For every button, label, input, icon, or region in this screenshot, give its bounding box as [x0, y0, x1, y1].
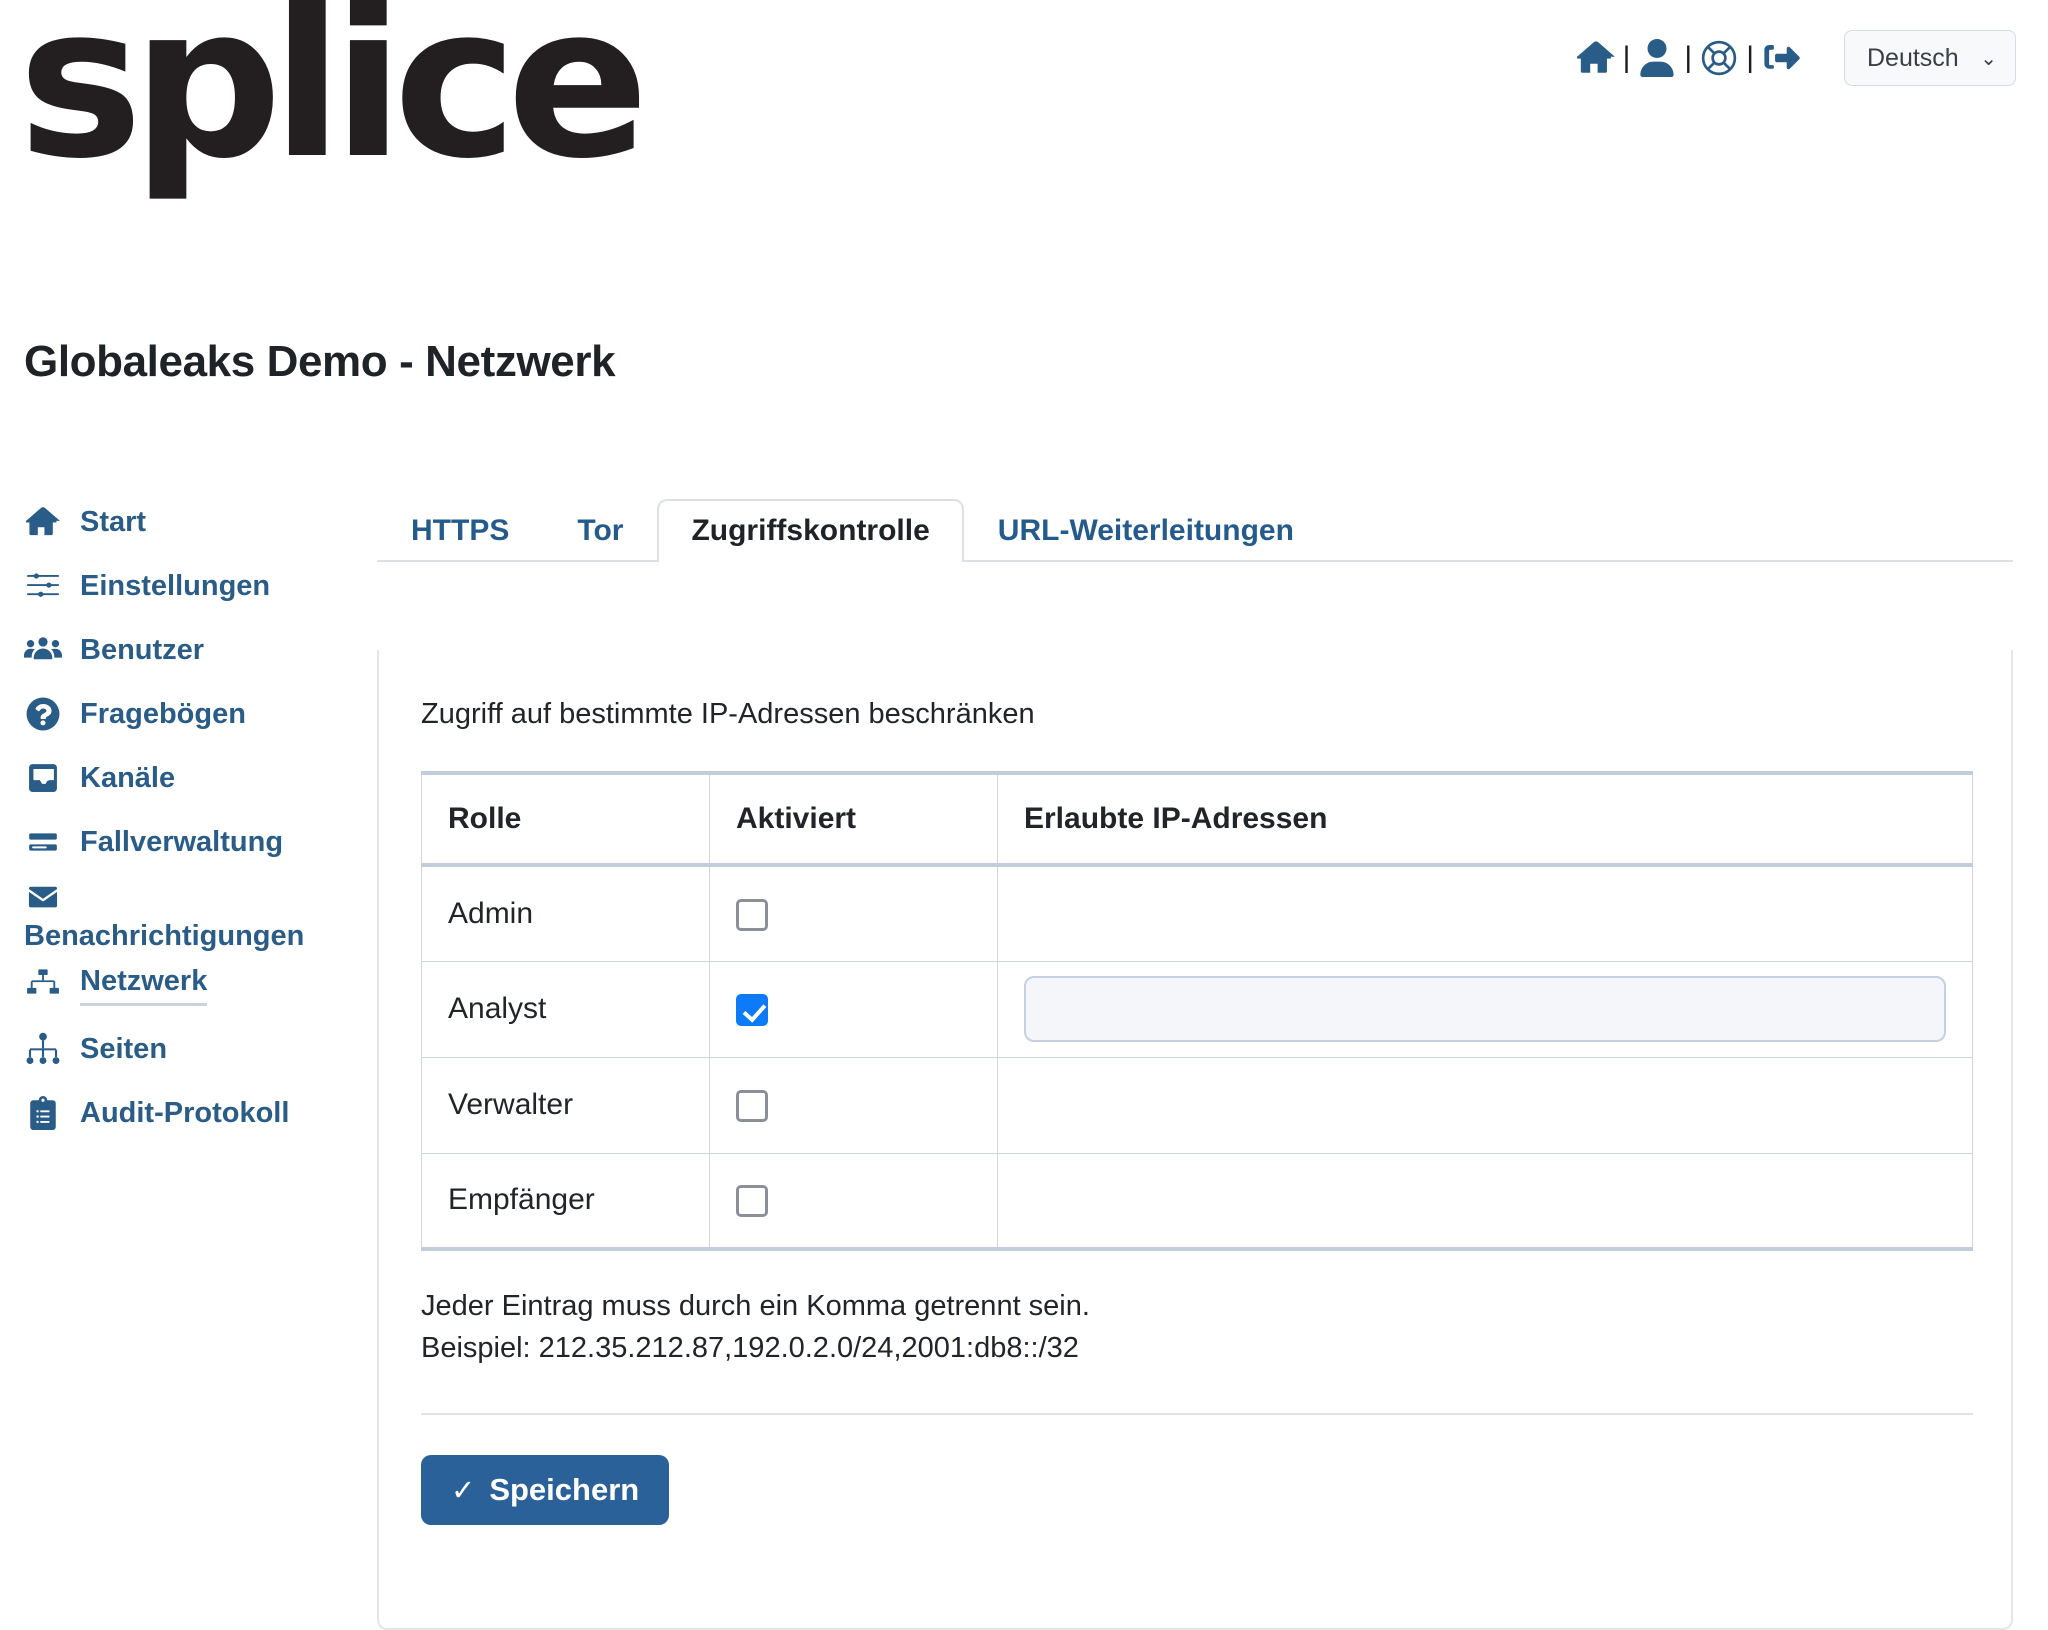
sidebar-item-audit-protokoll[interactable]: Audit-Protokoll [0, 1081, 340, 1145]
network-icon [24, 968, 62, 1002]
role-cell-verwalter: Verwalter [421, 1056, 710, 1154]
sidebar-item-label: Benachrichtigungen [24, 920, 305, 952]
sidebar-item-kanaele[interactable]: Kanäle [0, 746, 340, 810]
ip-access-table: Rolle Aktiviert Erlaubte IP-Adressen Adm… [421, 771, 1973, 1251]
role-cell-analyst: Analyst [421, 960, 710, 1058]
column-header-enabled: Aktiviert [709, 771, 998, 867]
ip-format-hint: Jeder Eintrag muss durch ein Komma getre… [421, 1285, 1969, 1369]
ips-cell-empfaenger [997, 1152, 1973, 1251]
sidebar-item-label: Netzwerk [80, 965, 208, 1006]
enable-checkbox-admin[interactable] [736, 898, 768, 931]
sidebar-item-einstellungen[interactable]: Einstellungen [0, 554, 340, 618]
sidebar-item-fragebogen[interactable]: Fragebögen [0, 682, 340, 746]
case-list-icon [24, 827, 62, 857]
inbox-icon [24, 761, 62, 795]
enabled-cell-admin [709, 864, 998, 962]
envelope-icon [24, 874, 340, 920]
hint-line-2: Beispiel: 212.35.212.87,192.0.2.0/24,200… [421, 1332, 1079, 1365]
sidebar-item-label: Start [80, 505, 147, 538]
sidebar-item-label: Fallverwaltung [80, 825, 284, 858]
chevron-down-icon: ⌄ [1980, 47, 1997, 70]
header-separator-2: | [1684, 41, 1693, 74]
column-header-role: Rolle [421, 771, 710, 867]
table-body: Admin Analyst Verwalter Empfänger [421, 864, 1973, 1251]
sidebar-item-label: Audit-Protokoll [80, 1096, 290, 1129]
role-cell-admin: Admin [421, 864, 710, 962]
sidebar-item-label: Einstellungen [80, 569, 271, 602]
table-row: Verwalter [421, 1056, 1973, 1154]
home-icon[interactable] [1573, 35, 1619, 81]
sliders-icon [24, 570, 62, 602]
form-divider [421, 1413, 1973, 1416]
save-button-label: Speichern [489, 1472, 640, 1508]
sitemap-icon [24, 1032, 62, 1066]
sidebar-item-benutzer[interactable]: Benutzer [0, 618, 340, 682]
header-separator-1: | [1622, 41, 1631, 74]
tab-bar: HTTPS Tor Zugriffskontrolle URL-Weiterle… [377, 498, 2013, 563]
ips-cell-verwalter [997, 1056, 1973, 1154]
hint-line-1: Jeder Eintrag muss durch ein Komma getre… [421, 1290, 1090, 1322]
enable-checkbox-analyst[interactable] [736, 994, 768, 1027]
tab-url-weiterleitungen[interactable]: URL-Weiterleitungen [964, 499, 1328, 563]
clipboard-list-icon [24, 1096, 62, 1130]
language-select[interactable]: Deutsch ⌄ [1844, 30, 2016, 86]
user-icon[interactable] [1634, 35, 1680, 81]
save-button[interactable]: ✓ Speichern [421, 1455, 670, 1526]
table-row: Admin [421, 864, 1973, 962]
top-header: splice | | | Deutsch ⌄ [0, 0, 2048, 300]
lifebuoy-icon[interactable] [1696, 35, 1742, 81]
table-header: Rolle Aktiviert Erlaubte IP-Adressen [421, 771, 1973, 867]
tab-tor[interactable]: Tor [543, 499, 657, 563]
sidebar-item-seiten[interactable]: Seiten [0, 1017, 340, 1081]
language-value: Deutsch [1867, 43, 1959, 72]
logout-icon[interactable] [1758, 35, 1804, 81]
enabled-cell-analyst [709, 960, 998, 1058]
section-label: Zugriff auf bestimmte IP-Adressen beschr… [421, 698, 1035, 730]
ips-cell-analyst [997, 960, 1973, 1058]
table-row: Analyst [421, 960, 1973, 1058]
sidebar-item-netzwerk[interactable]: Netzwerk [0, 953, 340, 1017]
page-title: Globaleaks Demo - Netzwerk [24, 337, 616, 386]
sidebar-item-start[interactable]: Start [0, 490, 340, 554]
table-header-row: Rolle Aktiviert Erlaubte IP-Adressen [421, 771, 1973, 867]
home-icon [24, 505, 62, 539]
tab-https[interactable]: HTTPS [377, 499, 543, 563]
access-control-panel: Zugriff auf bestimmte IP-Adressen beschr… [377, 650, 2013, 1630]
header-actions: | | | Deutsch ⌄ [1573, 30, 2016, 86]
enable-checkbox-empfaenger[interactable] [736, 1185, 768, 1218]
column-header-allowed-ips: Erlaubte IP-Adressen [997, 771, 1973, 867]
table-row: Empfänger [421, 1152, 1973, 1251]
splice-logo: splice [18, 0, 649, 205]
sidebar-item-fallverwaltung[interactable]: Fallverwaltung [0, 810, 340, 874]
question-circle-icon [24, 697, 62, 731]
check-icon: ✓ [451, 1474, 476, 1507]
users-icon [24, 634, 62, 666]
ips-cell-admin [997, 864, 1973, 962]
enabled-cell-empfaenger [709, 1152, 998, 1251]
sidebar-item-label: Seiten [80, 1032, 168, 1065]
header-separator-3: | [1746, 41, 1754, 74]
sidebar: Start Einstellungen Benutzer Fragebögen … [0, 490, 340, 1145]
enabled-cell-verwalter [709, 1056, 998, 1154]
sidebar-item-label: Benutzer [80, 633, 205, 666]
allowed-ips-input-analyst[interactable] [1024, 976, 1946, 1042]
enable-checkbox-verwalter[interactable] [736, 1090, 768, 1123]
role-cell-empfaenger: Empfänger [421, 1152, 710, 1251]
sidebar-item-label: Fragebögen [80, 697, 246, 730]
tab-zugriffskontrolle[interactable]: Zugriffskontrolle [657, 498, 964, 562]
sidebar-item-benachrichtigungen[interactable]: Benachrichtigungen [0, 874, 340, 953]
sidebar-item-label: Kanäle [80, 761, 176, 794]
